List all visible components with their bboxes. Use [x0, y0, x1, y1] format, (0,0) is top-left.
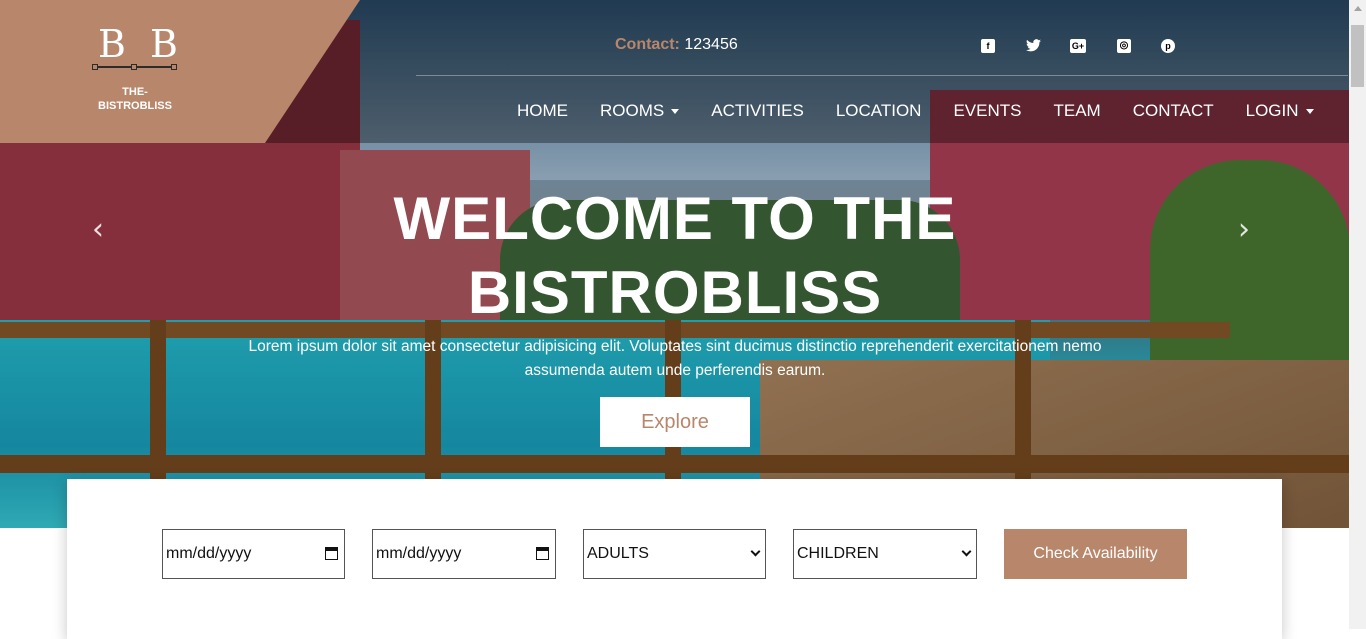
nav-activities-label: ACTIVITIES [711, 101, 804, 120]
logo-name-line1: THE- [122, 86, 148, 98]
nav-activities[interactable]: ACTIVITIES [711, 101, 804, 121]
google-plus-icon[interactable]: G+ [1070, 39, 1086, 53]
page-scrollbar[interactable] [1349, 0, 1366, 629]
hero-title: WELCOME TO THE BISTROBLISS [330, 182, 1020, 330]
hero-title-line2: BISTROBLISS [467, 259, 883, 326]
explore-button[interactable]: Explore [600, 397, 750, 447]
nav-location-label: LOCATION [835, 101, 922, 120]
checkout-date-input[interactable]: mm/dd/yyyy [372, 529, 556, 579]
nav-rooms[interactable]: ROOMS [600, 101, 680, 121]
calendar-icon[interactable] [325, 547, 338, 560]
carousel-next-icon[interactable]: › [1238, 212, 1250, 247]
children-select[interactable]: CHILDREN [793, 529, 977, 579]
check-availability-button[interactable]: Check Availability [1004, 529, 1187, 579]
nav-events-label: EVENTS [953, 101, 1022, 120]
nav-home-label: HOME [517, 101, 568, 120]
nav-login-label: LOGIN [1245, 101, 1299, 120]
hero-title-line1: WELCOME TO THE [393, 185, 957, 252]
logo-name-line2: BISTROBLISS [98, 100, 172, 112]
logo-divider-dot [171, 64, 177, 70]
chevron-down-icon [671, 108, 680, 114]
contact-info: Contact: 123456 [615, 36, 738, 54]
checkin-date-input[interactable]: mm/dd/yyyy [162, 529, 345, 579]
carousel-prev-icon[interactable]: ‹ [92, 212, 104, 247]
nav-login[interactable]: LOGIN [1246, 101, 1314, 121]
nav-rooms-label: ROOMS [600, 101, 665, 120]
logo-mark: B B [98, 22, 184, 66]
chevron-down-icon [961, 546, 972, 557]
scroll-up-icon[interactable] [1354, 6, 1362, 11]
nav-team[interactable]: TEAM [1053, 101, 1100, 121]
facebook-icon[interactable]: f [981, 39, 995, 53]
nav-contact-label: CONTACT [1132, 101, 1214, 120]
instagram-icon[interactable]: ◎ [1117, 39, 1131, 53]
pinterest-icon[interactable]: p [1161, 39, 1175, 53]
contact-value: 123456 [684, 36, 738, 53]
main-nav: HOME ROOMS ACTIVITIES LOCATION EVENTS TE… [517, 101, 1346, 121]
logo-name: THE- BISTROBLISS [85, 85, 185, 113]
nav-contact[interactable]: CONTACT [1133, 101, 1214, 121]
nav-location[interactable]: LOCATION [836, 101, 922, 121]
chevron-down-icon [1305, 108, 1314, 114]
logo-divider-dot [131, 64, 137, 70]
scrollbar-thumb[interactable] [1351, 25, 1364, 87]
booking-panel: mm/dd/yyyy mm/dd/yyyy ADULTS CHILDREN Ch… [67, 479, 1282, 639]
nav-events[interactable]: EVENTS [953, 101, 1021, 121]
chevron-down-icon [750, 546, 761, 557]
contact-label: Contact: [615, 36, 680, 53]
hero-subtitle: Lorem ipsum dolor sit amet consectetur a… [248, 338, 1102, 379]
nav-team-label: TEAM [1053, 101, 1101, 120]
nav-home[interactable]: HOME [517, 101, 568, 121]
checkin-date-value: mm/dd/yyyy [166, 545, 252, 562]
header-divider [416, 75, 1348, 76]
hero-carousel: B B THE- BISTROBLISS Contact: 123456 f G… [0, 0, 1349, 528]
checkout-date-value: mm/dd/yyyy [376, 545, 462, 562]
twitter-icon[interactable] [1026, 39, 1041, 53]
adults-select[interactable]: ADULTS [583, 529, 766, 579]
logo-divider-dot [92, 64, 98, 70]
calendar-icon[interactable] [536, 547, 549, 560]
adults-select-value: ADULTS [587, 545, 649, 562]
children-select-value: CHILDREN [797, 545, 879, 562]
